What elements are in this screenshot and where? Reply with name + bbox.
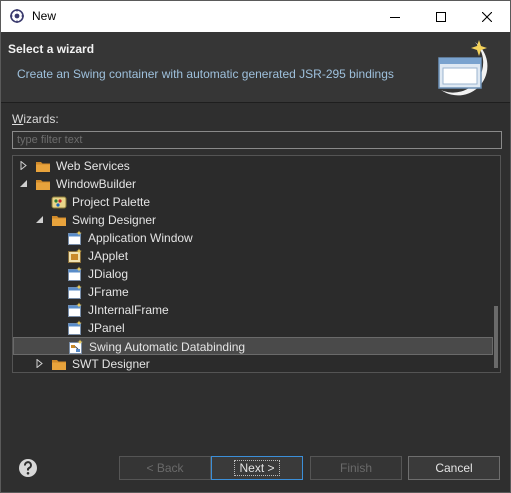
tree-item-label: Web Services bbox=[56, 159, 130, 173]
title-bar[interactable]: New bbox=[1, 1, 510, 32]
applet-icon bbox=[68, 248, 82, 263]
finish-button[interactable]: Finish bbox=[310, 456, 402, 480]
tree-item-label: JDialog bbox=[88, 267, 129, 281]
tree-item-swing-designer[interactable]: Swing Designer bbox=[13, 211, 493, 229]
page-title: Select a wizard bbox=[8, 42, 95, 56]
maximize-icon bbox=[436, 11, 446, 22]
help-icon[interactable] bbox=[18, 458, 38, 478]
window-title: New bbox=[32, 9, 57, 23]
collapsed-arrow-icon[interactable] bbox=[35, 359, 44, 368]
new-wizard-dialog: New Select a wizard Create an Swing cont… bbox=[0, 0, 511, 493]
window-icon bbox=[68, 320, 82, 335]
tree-scrollbar-thumb[interactable] bbox=[494, 306, 498, 368]
window-icon bbox=[68, 302, 82, 317]
tree-item-label: Project Palette bbox=[72, 195, 151, 209]
tree-item-jframe[interactable]: JFrame bbox=[13, 283, 493, 301]
tree-item-label: WindowBuilder bbox=[56, 177, 137, 191]
tree-item-jinternalframe[interactable]: JInternalFrame bbox=[13, 301, 493, 319]
back-button[interactable]: < Back bbox=[119, 456, 211, 480]
tree-item-web-services[interactable]: Web Services bbox=[13, 157, 493, 175]
palette-icon bbox=[51, 196, 67, 209]
tree-item-jdialog[interactable]: JDialog bbox=[13, 265, 493, 283]
tree-item-swing-automatic-databinding[interactable]: Swing Automatic Databinding bbox=[13, 337, 493, 355]
wizard-tree[interactable]: Web Services WindowBuilder Project Palette… bbox=[12, 155, 501, 373]
tree-item-jpanel[interactable]: JPanel bbox=[13, 319, 493, 337]
tree-item-label: JPanel bbox=[88, 321, 125, 335]
cancel-button[interactable]: Cancel bbox=[408, 456, 500, 480]
folder-icon bbox=[52, 360, 66, 370]
collapsed-arrow-icon[interactable] bbox=[19, 161, 28, 170]
filter-input[interactable]: type filter text bbox=[12, 131, 502, 149]
maximize-button[interactable] bbox=[418, 1, 464, 32]
tree-item-label: JFrame bbox=[88, 285, 129, 299]
folder-icon bbox=[36, 162, 50, 172]
folder-icon bbox=[52, 216, 66, 226]
window-icon bbox=[68, 230, 82, 245]
tree-item-label: Swing Automatic Databinding bbox=[89, 340, 246, 354]
page-description: Create an Swing container with automatic… bbox=[17, 67, 394, 81]
folder-icon bbox=[36, 180, 50, 190]
tree-item-label: JInternalFrame bbox=[88, 303, 169, 317]
wizard-header: Select a wizard Create an Swing containe… bbox=[1, 32, 510, 103]
tree-item-application-window[interactable]: Application Window bbox=[13, 229, 493, 247]
databinding-icon bbox=[69, 339, 83, 354]
tree-item-windowbuilder[interactable]: WindowBuilder bbox=[13, 175, 493, 193]
expanded-arrow-icon[interactable] bbox=[19, 179, 28, 188]
close-button[interactable] bbox=[464, 1, 510, 32]
wizard-banner-icon bbox=[438, 40, 488, 96]
close-icon bbox=[482, 11, 492, 22]
tree-item-label: SWT Designer bbox=[72, 357, 150, 371]
tree-item-label: Swing Designer bbox=[72, 213, 157, 227]
window-icon bbox=[68, 284, 82, 299]
minimize-icon bbox=[390, 16, 400, 18]
tree-item-label: JApplet bbox=[88, 249, 129, 263]
next-button[interactable]: Next > bbox=[211, 456, 303, 480]
minimize-button[interactable] bbox=[372, 1, 418, 32]
tree-item-label: Application Window bbox=[88, 231, 193, 245]
tree-item-project-palette[interactable]: Project Palette bbox=[13, 193, 493, 211]
window-icon bbox=[68, 266, 82, 281]
tree-item-japplet[interactable]: JApplet bbox=[13, 247, 493, 265]
wizards-label: Wizards: bbox=[12, 112, 59, 126]
eclipse-new-icon bbox=[10, 9, 24, 23]
expanded-arrow-icon[interactable] bbox=[35, 215, 44, 224]
tree-item-swt-designer[interactable]: SWT Designer bbox=[13, 355, 493, 372]
